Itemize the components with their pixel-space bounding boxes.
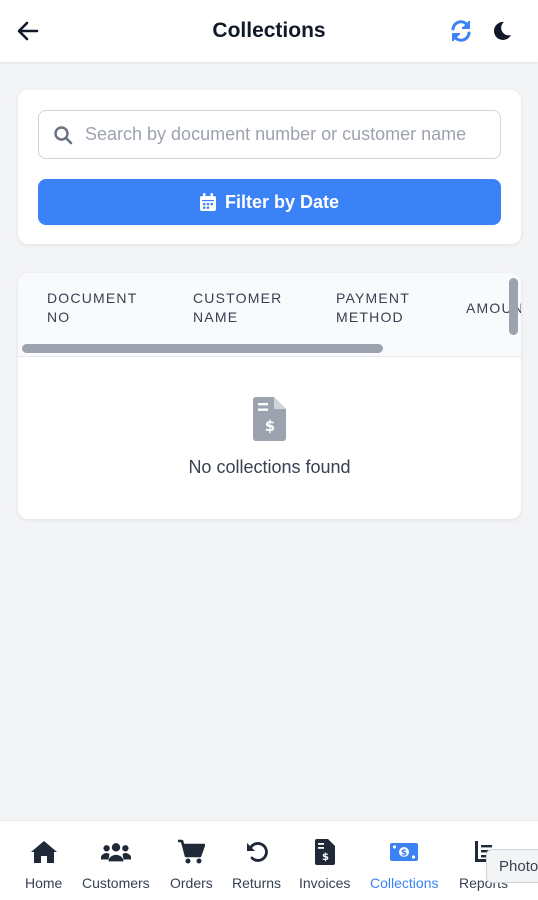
svg-text:$: $ — [322, 852, 329, 863]
collections-table: DOCUMENT NO CUSTOMER NAME PAYMENT METHOD… — [18, 273, 521, 519]
search-input[interactable] — [85, 111, 488, 158]
nav-item-collections[interactable]: $ Collections — [370, 837, 438, 897]
search-box — [38, 110, 501, 159]
nav-label-returns: Returns — [232, 875, 282, 891]
undo-icon — [246, 842, 268, 862]
column-header-payment-method: PAYMENT METHOD — [336, 290, 410, 325]
filter-by-date-label: Filter by Date — [224, 191, 340, 212]
photo-tooltip: Photo — [486, 849, 538, 883]
filter-by-date-button[interactable]: Filter by Date — [38, 179, 501, 225]
empty-state: $ No collections found — [18, 357, 521, 519]
column-header-customer-name: CUSTOMER NAME — [193, 290, 283, 325]
nav-label-collections: Collections — [370, 875, 439, 891]
vertical-scrollbar[interactable] — [509, 278, 518, 335]
users-icon — [100, 843, 131, 862]
nav-label-home: Home — [25, 875, 63, 891]
bottom-navigation: Home Customers Orders Returns $ Invoices… — [0, 820, 538, 900]
file-invoice-dollar-icon: $ — [253, 397, 286, 441]
nav-label-orders: Orders — [170, 875, 213, 891]
search-card: Filter by Date — [18, 90, 521, 244]
dark-mode-toggle[interactable] — [489, 18, 515, 44]
nav-item-orders[interactable]: Orders — [170, 837, 213, 897]
nav-item-returns[interactable]: Returns — [232, 837, 281, 897]
nav-item-home[interactable]: Home — [25, 837, 62, 897]
table-header[interactable]: DOCUMENT NO CUSTOMER NAME PAYMENT METHOD… — [18, 273, 521, 357]
calendar-icon — [199, 193, 216, 211]
back-button[interactable] — [14, 17, 42, 45]
invoice-icon: $ — [314, 839, 335, 865]
column-header-document-no: DOCUMENT NO — [47, 290, 138, 325]
money-icon: $ — [390, 843, 419, 861]
svg-text:$: $ — [265, 417, 275, 435]
search-icon — [54, 126, 73, 145]
sync-icon — [451, 20, 471, 42]
sync-button[interactable] — [448, 18, 474, 44]
horizontal-scrollbar[interactable] — [22, 344, 383, 353]
app-header: Collections — [0, 0, 538, 62]
nav-label-customers: Customers — [82, 875, 150, 891]
nav-item-customers[interactable]: Customers — [82, 837, 150, 897]
home-icon — [30, 841, 57, 863]
arrow-left-icon — [17, 21, 39, 41]
svg-text:$: $ — [401, 849, 407, 859]
moon-icon — [493, 21, 511, 40]
nav-label-invoices: Invoices — [299, 875, 351, 891]
nav-item-invoices[interactable]: $ Invoices — [299, 837, 350, 897]
empty-state-message: No collections found — [188, 457, 351, 477]
cart-icon — [178, 839, 206, 864]
